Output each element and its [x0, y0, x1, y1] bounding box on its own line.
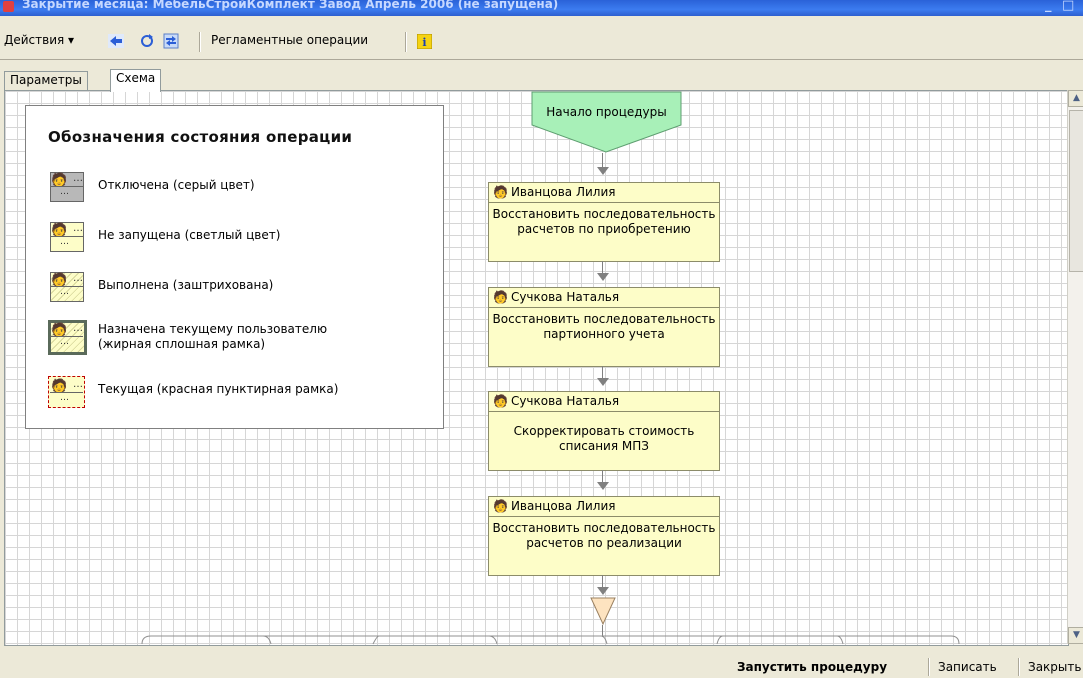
flow-connector: [602, 366, 603, 378]
button-separator: [928, 658, 930, 676]
start-node-shape[interactable]: [531, 91, 683, 153]
user-icon: 🧑: [493, 394, 508, 408]
window-title: Закрытие месяца: МебельСтройКомплект Зав…: [22, 0, 559, 11]
branch-connector: [141, 635, 960, 645]
button-separator: [1018, 658, 1020, 676]
tab-parameters[interactable]: Параметры: [4, 71, 88, 91]
node-header: 🧑 Сучкова Наталья: [489, 288, 719, 308]
legend-label-not-started: Не запущена (светлый цвет): [98, 228, 281, 242]
flow-arrow-icon: [597, 378, 609, 386]
state-not-started-icon: 🧑……: [48, 220, 85, 252]
flow-arrow-icon: [597, 587, 609, 595]
node-header: 🧑 Сучкова Наталья: [489, 392, 719, 412]
legend-label-assigned: Назначена текущему пользователю (жирная …: [98, 322, 328, 351]
node-header: 🧑 Иванцова Лилия: [489, 497, 719, 517]
refresh-icon[interactable]: [138, 32, 156, 50]
flow-connector: [602, 261, 603, 273]
state-current-icon: 🧑……: [48, 376, 85, 408]
toolbar-separator: [199, 32, 201, 52]
toolbar-separator: [405, 32, 407, 52]
legend-label-disabled: Отключена (серый цвет): [98, 178, 255, 192]
run-procedure-button[interactable]: Запустить процедуру: [737, 660, 887, 674]
node-task: Восстановить последовательность партионн…: [492, 312, 716, 341]
flow-node-4[interactable]: 🧑 Иванцова Лилия Восстановить последовате…: [488, 496, 720, 576]
node-user: Иванцова Лилия: [510, 499, 616, 513]
flow-node-3[interactable]: 🧑 Сучкова Наталья Скорректировать стоимос…: [488, 391, 720, 471]
vertical-scrollbar[interactable]: ▲ ▼: [1067, 90, 1083, 644]
flow-connector: [602, 153, 603, 167]
maximize-button[interactable]: □: [1062, 0, 1074, 13]
scroll-thumb[interactable]: [1069, 110, 1083, 272]
state-done-icon: 🧑……: [48, 270, 85, 302]
flow-arrow-icon: [597, 167, 609, 175]
legend-title: Обозначения состояния операции: [48, 128, 353, 146]
node-user: Сучкова Наталья: [510, 394, 620, 408]
app-icon[interactable]: [3, 1, 14, 12]
state-assigned-icon: 🧑……: [48, 320, 87, 355]
split-node-icon[interactable]: [590, 597, 616, 625]
scroll-down-icon[interactable]: ▼: [1068, 627, 1083, 644]
user-icon: 🧑: [493, 290, 508, 304]
flow-arrow-icon: [597, 273, 609, 281]
regulated-operations-button[interactable]: Регламентные операции: [211, 33, 368, 47]
info-icon[interactable]: i: [415, 32, 433, 50]
node-task: Восстановить последовательность расчетов…: [492, 521, 716, 550]
minimize-button[interactable]: _: [1045, 0, 1052, 13]
user-icon: 🧑: [493, 185, 508, 199]
toolbar-divider: [0, 59, 1083, 60]
node-task: Восстановить последовательность расчетов…: [492, 207, 716, 236]
actions-menu[interactable]: Действия ▾: [4, 33, 74, 47]
user-icon: 🧑: [493, 499, 508, 513]
scroll-up-icon[interactable]: ▲: [1068, 90, 1083, 107]
flow-arrow-icon: [597, 482, 609, 490]
node-user: Иванцова Лилия: [510, 185, 616, 199]
state-disabled-icon: 🧑……: [48, 170, 85, 202]
flow-node-1[interactable]: 🧑 Иванцова Лилия Восстановить последовате…: [488, 182, 720, 262]
flow-connector: [602, 575, 603, 587]
close-button[interactable]: Закрыть: [1028, 660, 1081, 674]
save-button[interactable]: Записать: [938, 660, 997, 674]
tab-schema[interactable]: Схема: [110, 69, 162, 92]
svg-text:i: i: [422, 36, 426, 49]
flow-connector: [602, 470, 603, 482]
legend-label-current: Текущая (красная пунктирная рамка): [98, 382, 339, 396]
start-node-label: Начало процедуры: [546, 105, 667, 119]
legend-label-done: Выполнена (заштрихована): [98, 278, 274, 292]
node-header: 🧑 Иванцова Лилия: [489, 183, 719, 203]
node-task: Скорректировать стоимость списания МПЗ: [513, 424, 695, 453]
legend-panel: Обозначения состояния операции 🧑…… Отклю…: [25, 105, 444, 429]
bottom-bar: Запустить процедуру Записать Закрыть: [0, 654, 1083, 678]
back-arrow-icon[interactable]: [107, 32, 125, 50]
schema-canvas[interactable]: Обозначения состояния операции 🧑…… Отклю…: [4, 90, 1069, 646]
toolbar: Действия ▾ Регламентные операции i: [0, 24, 1083, 60]
exchange-icon[interactable]: [162, 32, 180, 50]
flow-node-2[interactable]: 🧑 Сучкова Наталья Восстановить последоват…: [488, 287, 720, 367]
window-titlebar: Закрытие месяца: МебельСтройКомплект Зав…: [0, 0, 1083, 16]
node-user: Сучкова Наталья: [510, 290, 620, 304]
